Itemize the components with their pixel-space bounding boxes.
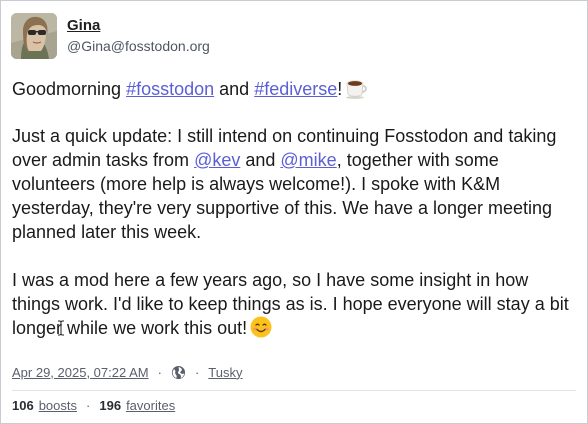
stats-separator: · <box>86 398 91 413</box>
avatar-photo-icon <box>11 13 57 59</box>
author-handle[interactable]: @Gina@fosstodon.org <box>67 35 210 57</box>
post-header: Gina @Gina@fosstodon.org <box>11 13 210 63</box>
avatar[interactable] <box>11 13 57 59</box>
post-paragraph-2: Just a quick update: I still intend on c… <box>12 124 578 244</box>
post-text: while we work this out! <box>62 318 248 338</box>
divider <box>12 390 576 391</box>
hashtag-fosstodon-link[interactable]: #fosstodon <box>126 79 214 99</box>
post-meta: Apr 29, 2025, 07:22 AM · · Tusky <box>12 363 243 381</box>
smiling-face-emoji-icon <box>250 316 272 338</box>
post-content: Goodmorning #fosstodon and #fediverse! J… <box>12 77 578 340</box>
hashtag-fediverse-link[interactable]: #fediverse <box>254 79 337 99</box>
author-display-name[interactable]: Gina <box>67 17 210 35</box>
favorites-link[interactable]: favorites <box>126 398 175 413</box>
boosts-count: 106 <box>12 398 34 413</box>
post-text: Goodmorning <box>12 79 127 99</box>
meta-separator: · <box>157 364 162 380</box>
meta-separator: · <box>194 364 200 380</box>
client-app-link[interactable]: Tusky <box>208 365 242 380</box>
post-timestamp-link[interactable]: Apr 29, 2025, 07:22 AM <box>12 365 149 380</box>
post-paragraph-3: I was a mod here a few years ago, so I h… <box>12 268 578 340</box>
mention-kev-link[interactable]: @kev <box>194 150 240 170</box>
post-text: and <box>214 79 255 99</box>
post-text: and <box>240 150 281 170</box>
author-names: Gina @Gina@fosstodon.org <box>67 17 210 57</box>
post-stats: 106 boosts · 196 favorites <box>12 398 175 413</box>
mention-mike-link[interactable]: @mike <box>280 150 336 170</box>
boosts-link[interactable]: boosts <box>39 398 77 413</box>
post-card: Gina @Gina@fosstodon.org Goodmorning #fo… <box>0 0 588 424</box>
post-paragraph-1: Goodmorning #fosstodon and #fediverse! <box>12 77 578 101</box>
post-text: ! <box>337 79 343 99</box>
favorites-count: 196 <box>99 398 122 413</box>
coffee-emoji-icon <box>345 77 368 99</box>
globe-icon <box>171 365 186 380</box>
